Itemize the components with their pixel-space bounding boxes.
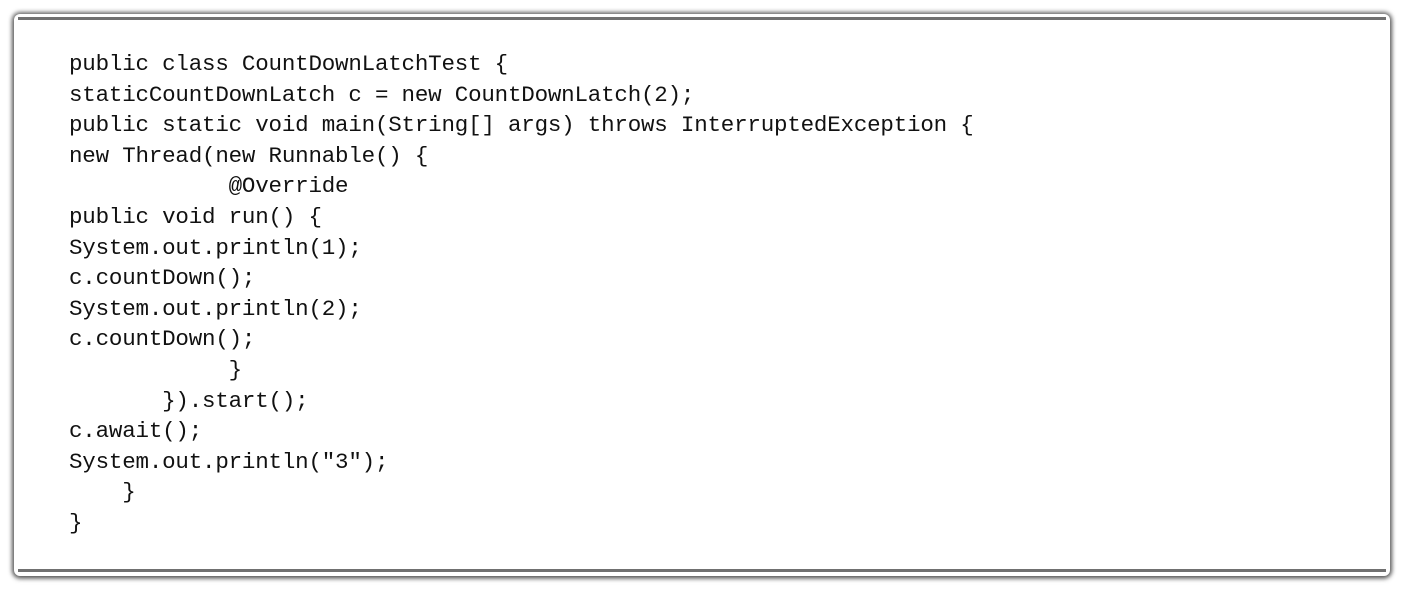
top-rule xyxy=(18,17,1386,20)
code-line: System.out.println("3"); xyxy=(69,448,389,475)
code-line: } xyxy=(69,509,83,536)
code-line: staticCountDownLatch c = new CountDownLa… xyxy=(69,81,695,108)
code-line: System.out.println(1); xyxy=(69,234,362,261)
code-line: @Override xyxy=(69,173,349,200)
code-listing-frame: public class CountDownLatchTest { staticC… xyxy=(14,14,1390,576)
code-line: public class CountDownLatchTest { xyxy=(69,51,508,77)
bottom-rule xyxy=(18,569,1386,572)
code-line: new Thread(new Runnable() { xyxy=(69,142,429,169)
code-line: c.countDown(); xyxy=(69,265,256,292)
code-line: }).start(); xyxy=(69,387,309,414)
code-line: public static void main(String[] args) t… xyxy=(69,112,974,139)
code-line: } xyxy=(69,356,243,383)
code-line: } xyxy=(69,479,136,506)
code-line: public void run() { xyxy=(69,203,322,230)
code-line: c.await(); xyxy=(69,418,203,445)
code-block: public class CountDownLatchTest { staticC… xyxy=(69,49,974,539)
code-line: c.countDown(); xyxy=(69,326,256,353)
code-line: System.out.println(2); xyxy=(69,295,362,322)
